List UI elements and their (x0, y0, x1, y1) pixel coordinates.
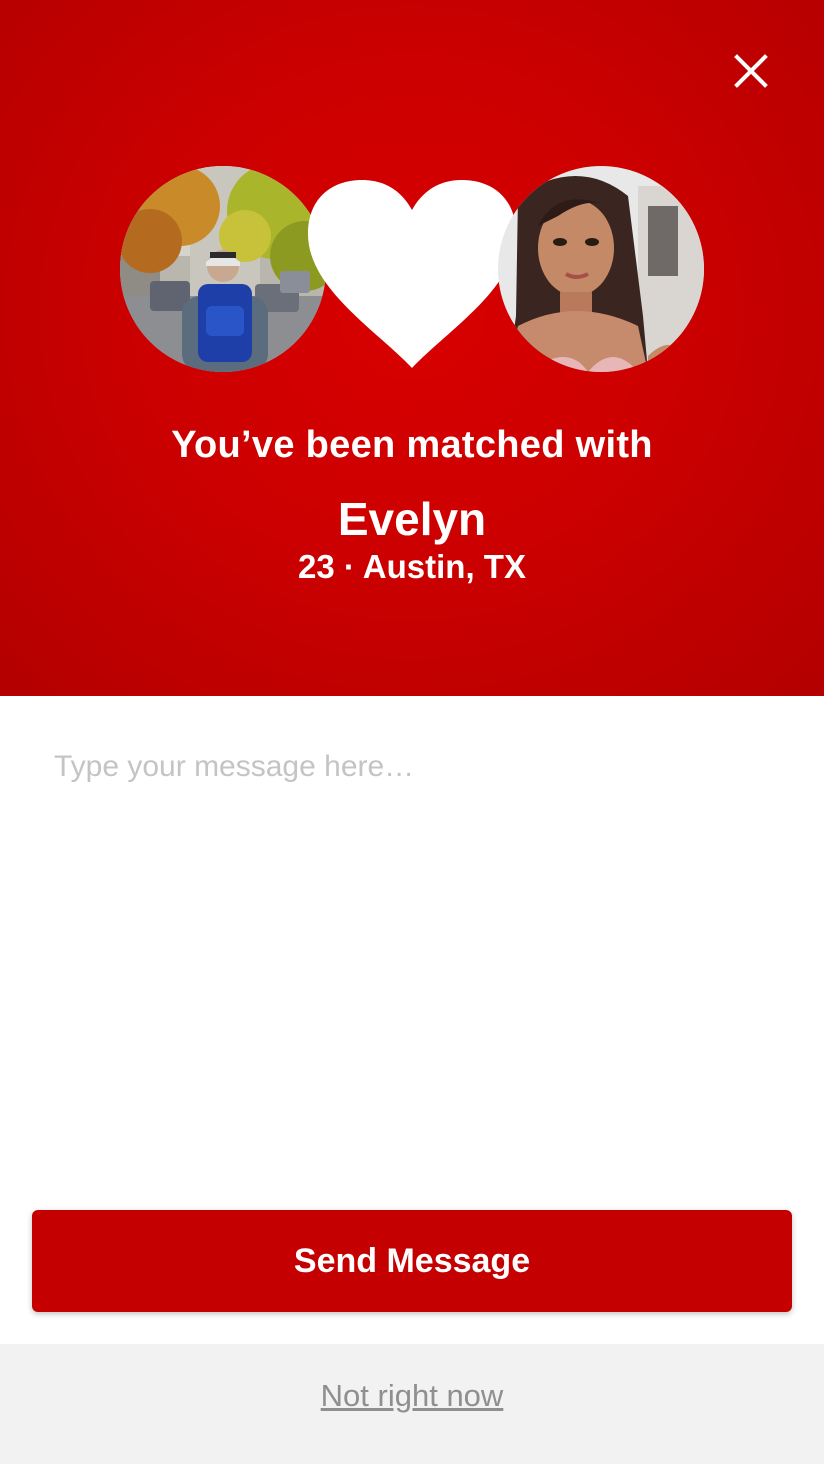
heart-icon (308, 180, 516, 368)
message-panel: Send Message (0, 696, 824, 1344)
match-name: Evelyn (337, 493, 487, 545)
match-avatar (498, 166, 704, 372)
send-message-button[interactable]: Send Message (32, 1210, 792, 1312)
close-icon (734, 54, 768, 88)
message-input[interactable] (54, 750, 770, 1170)
not-right-now-link[interactable]: Not right now (0, 1378, 824, 1414)
match-hero: You’ve been matched with Evelyn 23 · Aus… (0, 0, 824, 696)
match-details: 23 · Austin, TX (298, 548, 526, 585)
user-avatar (120, 166, 326, 372)
match-screen: You’ve been matched with Evelyn 23 · Aus… (0, 0, 824, 1464)
match-headline: You’ve been matched with (171, 424, 653, 466)
close-button[interactable] (726, 46, 776, 96)
